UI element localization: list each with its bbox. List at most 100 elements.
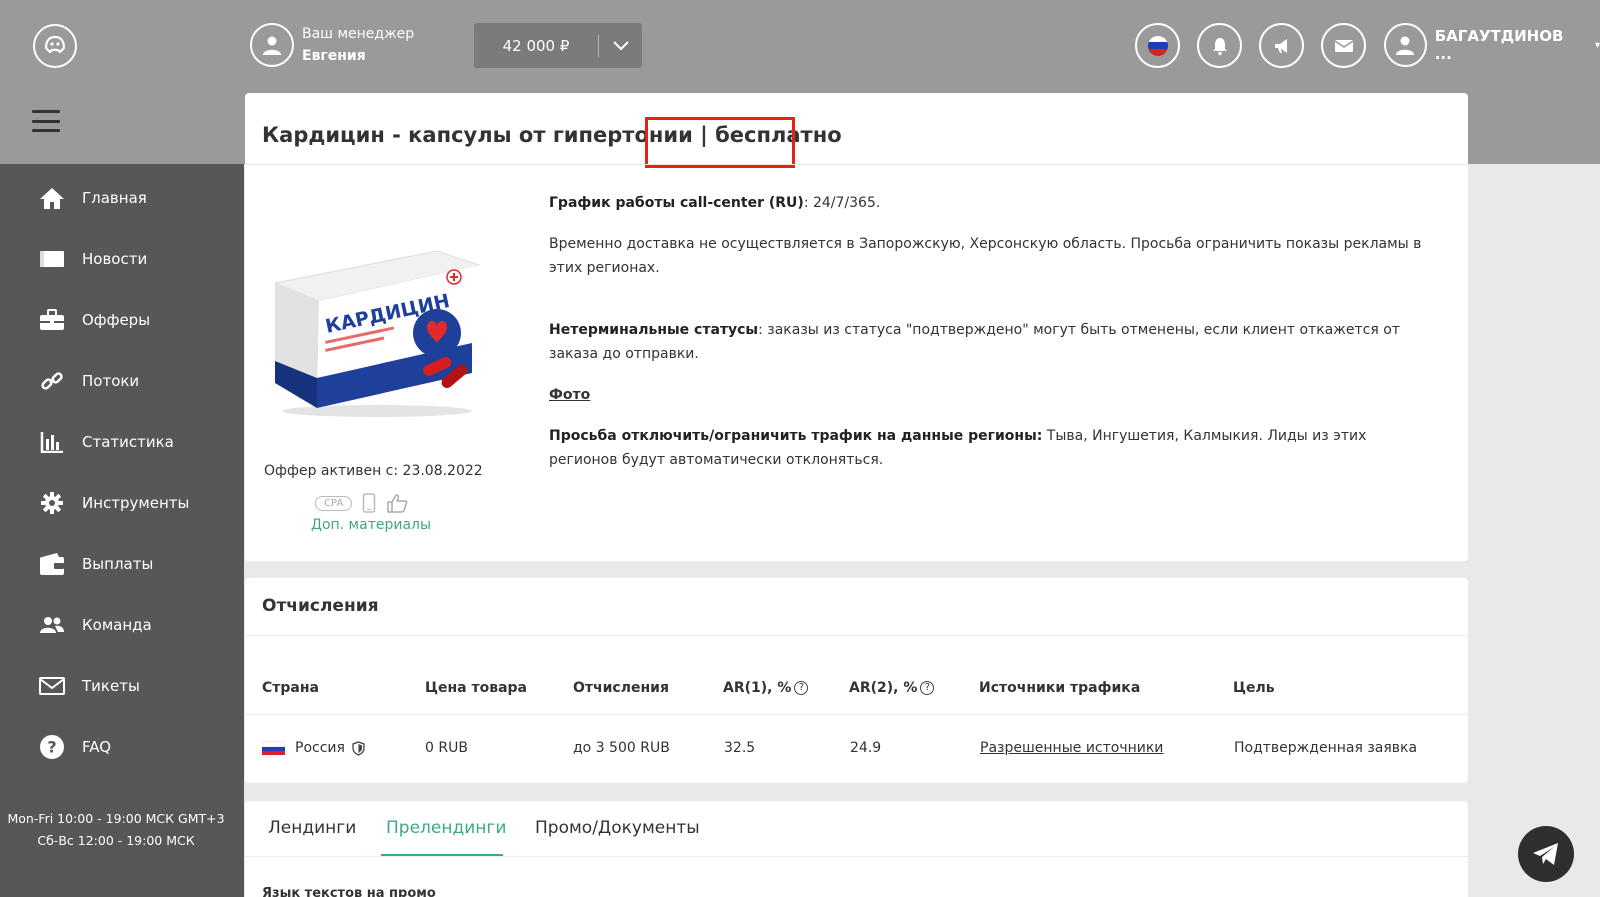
- divider: [245, 714, 1468, 715]
- notifications-button[interactable]: [1197, 23, 1242, 68]
- col-header-country: Страна: [262, 680, 319, 696]
- cell-ar1: 32.5: [724, 740, 756, 756]
- cell-ar2: 24.9: [850, 740, 882, 756]
- sidebar-item-home[interactable]: Главная: [38, 183, 147, 213]
- megaphone-icon: [1274, 38, 1287, 53]
- tab-promo-documents[interactable]: Промо/Документы: [535, 818, 700, 838]
- sidebar-item-label: Выплаты: [82, 555, 154, 573]
- desc-paragraph: График работы call-center (RU): 24/7/365…: [549, 195, 881, 211]
- promo-language-label: Язык текстов на промо: [262, 886, 436, 897]
- balance-amount: 42 000 ₽: [502, 36, 570, 55]
- sidebar-item-label: Статистика: [82, 433, 174, 451]
- envelope-icon: [38, 672, 66, 700]
- flag-ru-icon: [1147, 35, 1168, 56]
- extra-materials-link[interactable]: Доп. материалы: [311, 517, 431, 533]
- caret-down-icon: ▾: [1594, 39, 1600, 51]
- offer-card: Кардицин - капсулы от гипертонии | беспл…: [245, 93, 1468, 561]
- sidebar-item-tickets[interactable]: Тикеты: [38, 671, 140, 701]
- announcements-button[interactable]: [1259, 23, 1304, 68]
- chevron-down-icon[interactable]: [599, 40, 642, 51]
- sidebar-item-payouts[interactable]: Выплаты: [38, 549, 153, 579]
- messages-button[interactable]: [1321, 23, 1366, 68]
- help-icon[interactable]: ?: [920, 681, 935, 695]
- hamburger-menu-icon[interactable]: [32, 110, 60, 132]
- tab-landings[interactable]: Лендинги: [268, 818, 356, 838]
- wallet-icon: [38, 550, 66, 578]
- sidebar-item-label: Команда: [82, 616, 152, 634]
- payouts-title: Отчисления: [262, 596, 379, 616]
- offer-active-date: Оффер активен с: 23.08.2022: [264, 463, 483, 479]
- manager-info[interactable]: Ваш менеджер Евгения: [250, 23, 414, 67]
- cell-payout: до 3 500 RUB: [573, 740, 670, 756]
- desc-paragraph: Временно доставка не осуществляется в За…: [549, 236, 1422, 276]
- link-icon: [38, 367, 66, 395]
- photo-link[interactable]: Фото: [549, 387, 590, 403]
- divider: [245, 856, 1468, 857]
- sidebar-item-statistics[interactable]: Статистика: [38, 427, 174, 457]
- hours-weekend: Сб-Вс 12:00 - 19:00 МСК: [37, 833, 195, 848]
- gear-icon: [38, 489, 66, 517]
- sidebar-item-tools[interactable]: Инструменты: [38, 488, 189, 518]
- sidebar-item-offers[interactable]: Офферы: [38, 305, 150, 335]
- hours-weekdays: Mon-Fri 10:00 - 19:00 МСК GMT+3: [7, 811, 225, 826]
- sidebar-item-label: Инструменты: [82, 494, 190, 512]
- highlight-box: [645, 117, 795, 168]
- col-header-sources: Источники трафика: [979, 680, 1141, 696]
- sidebar-item-label: Офферы: [82, 311, 151, 329]
- user-menu[interactable]: БАГАУТДИНОВ ... ▾: [1384, 23, 1600, 67]
- thumbs-up-icon: [387, 494, 408, 513]
- promo-card: Лендинги Прелендинги Промо/Документы Язы…: [245, 801, 1468, 897]
- sidebar-item-flows[interactable]: Потоки: [38, 366, 139, 396]
- svg-text:?: ?: [47, 738, 56, 757]
- news-icon: [38, 245, 66, 273]
- product-image: КАРДИЦИН: [273, 250, 481, 417]
- tab-prelandings[interactable]: Прелендинги: [386, 818, 506, 838]
- divider: [245, 164, 1468, 165]
- payouts-card: Отчисления Страна Цена товара Отчисления…: [245, 578, 1468, 783]
- bell-icon: [1212, 37, 1227, 55]
- offer-badges: CPA: [315, 493, 408, 513]
- team-icon: [38, 611, 66, 639]
- manager-label: Ваш менеджер: [302, 26, 415, 42]
- home-icon: [38, 184, 66, 212]
- sidebar-item-label: FAQ: [82, 738, 112, 756]
- help-icon[interactable]: ?: [794, 681, 809, 695]
- sidebar-item-label: Новости: [82, 250, 148, 268]
- sidebar-item-faq[interactable]: ? FAQ: [38, 732, 111, 762]
- sidebar-item-label: Потоки: [82, 372, 140, 390]
- col-header-payout: Отчисления: [573, 680, 669, 696]
- user-name: БАГАУТДИНОВ ...: [1434, 27, 1564, 63]
- col-header-ar1: AR(1), %?: [723, 680, 809, 696]
- language-button[interactable]: [1135, 23, 1180, 68]
- shield-icon: [352, 740, 366, 756]
- briefcase-icon: [38, 306, 66, 334]
- sidebar-item-news[interactable]: Новости: [38, 244, 147, 274]
- col-header-goal: Цель: [1233, 680, 1275, 696]
- bar-chart-icon: [38, 428, 66, 456]
- logo-icon[interactable]: [33, 24, 77, 68]
- mobile-icon: [362, 493, 376, 513]
- telegram-icon: [1533, 843, 1558, 865]
- divider: [245, 635, 1468, 636]
- cpa-badge: CPA: [315, 495, 353, 511]
- cell-price: 0 RUB: [425, 740, 468, 756]
- sidebar-item-team[interactable]: Команда: [38, 610, 152, 640]
- desc-paragraph: Просьба отключить/ограничить трафик на д…: [549, 428, 1367, 468]
- support-hours: Mon-Fri 10:00 - 19:00 МСК GMT+3 Сб-Вс 12…: [0, 808, 232, 852]
- cell-country: Россия: [262, 740, 366, 756]
- allowed-sources-link[interactable]: Разрешенные источники: [980, 740, 1163, 756]
- balance-dropdown[interactable]: 42 000 ₽: [474, 23, 642, 68]
- question-icon: ?: [38, 733, 66, 761]
- offer-title: Кардицин - капсулы от гипертонии: [262, 123, 693, 147]
- manager-name: Евгения: [302, 48, 366, 64]
- user-icon: [1384, 23, 1427, 67]
- offer-description: График работы call-center (RU): 24/7/365…: [549, 191, 1439, 489]
- sidebar-item-label: Тикеты: [82, 677, 140, 695]
- telegram-button[interactable]: [1518, 826, 1574, 882]
- avatar-icon: [250, 23, 294, 67]
- col-header-price: Цена товара: [425, 680, 527, 696]
- sidebar-item-label: Главная: [82, 189, 147, 207]
- mail-icon: [1334, 39, 1353, 52]
- col-header-ar2: AR(2), %?: [849, 680, 935, 696]
- photo-link-paragraph: Фото: [549, 383, 1439, 407]
